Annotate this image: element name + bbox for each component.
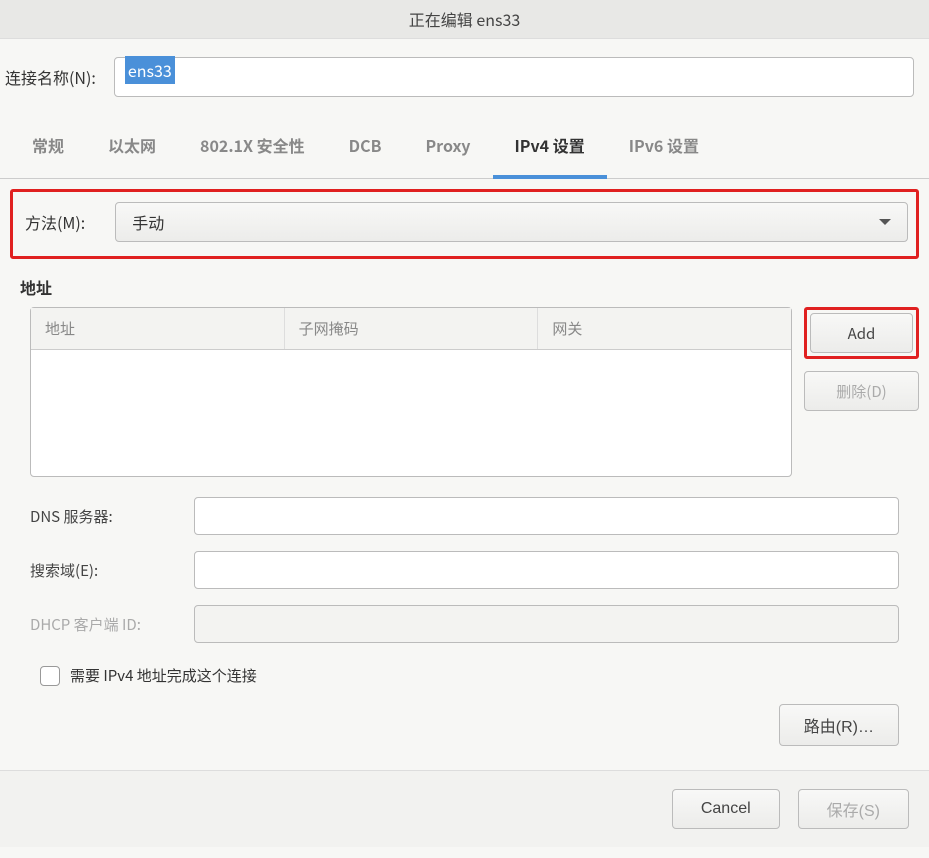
method-select[interactable]: 手动 [115, 202, 908, 242]
add-highlight-box: Add [804, 307, 919, 359]
routes-button[interactable]: 路由(R)… [779, 704, 899, 746]
connection-name-label: 连接名称(N): [5, 65, 96, 89]
dhcp-client-id-label: DHCP 客户端 ID: [30, 614, 180, 635]
dhcp-client-id-input [194, 605, 899, 643]
dns-row: DNS 服务器: [30, 497, 899, 535]
tab-dcb[interactable]: DCB [327, 115, 404, 178]
require-ipv4-row: 需要 IPv4 地址完成这个连接 [10, 659, 919, 686]
method-select-value: 手动 [132, 210, 164, 234]
delete-button[interactable]: 删除(D) [804, 371, 919, 411]
dialog-footer: Cancel 保存(S) [0, 770, 929, 847]
addresses-area: 地址 子网掩码 网关 Add 删除(D) [10, 307, 919, 477]
col-netmask: 子网掩码 [285, 308, 539, 349]
routes-row: 路由(R)… [10, 686, 919, 770]
col-address: 地址 [31, 308, 285, 349]
save-button[interactable]: 保存(S) [798, 789, 909, 829]
method-label: 方法(M): [21, 210, 85, 234]
tab-proxy[interactable]: Proxy [403, 115, 492, 178]
tab-ipv6[interactable]: IPv6 设置 [607, 115, 721, 178]
search-domain-label: 搜索域(E): [30, 560, 180, 581]
tab-ethernet[interactable]: 以太网 [86, 115, 178, 178]
search-domain-input[interactable] [194, 551, 899, 589]
cancel-button[interactable]: Cancel [672, 789, 780, 829]
connection-name-row: 连接名称(N): ens33 [0, 39, 929, 115]
dhcp-client-id-row: DHCP 客户端 ID: [30, 605, 899, 643]
addresses-table[interactable]: 地址 子网掩码 网关 [30, 307, 792, 477]
form-rows: DNS 服务器: 搜索域(E): DHCP 客户端 ID: [10, 497, 919, 643]
require-ipv4-checkbox[interactable] [40, 666, 60, 686]
dns-input[interactable] [194, 497, 899, 535]
tab-general[interactable]: 常规 [10, 115, 86, 178]
col-gateway: 网关 [538, 308, 791, 349]
network-editor-window: 正在编辑 ens33 连接名称(N): ens33 常规 以太网 802.1X … [0, 0, 929, 858]
window-title: 正在编辑 ens33 [0, 0, 929, 39]
connection-name-input[interactable]: ens33 [114, 57, 914, 97]
tabs-bar: 常规 以太网 802.1X 安全性 DCB Proxy IPv4 设置 IPv6… [0, 115, 929, 179]
search-domain-row: 搜索域(E): [30, 551, 899, 589]
tab-8021x[interactable]: 802.1X 安全性 [178, 115, 327, 178]
connection-name-value: ens33 [125, 56, 175, 84]
tab-ipv4[interactable]: IPv4 设置 [493, 115, 607, 179]
add-button[interactable]: Add [810, 313, 913, 353]
dns-label: DNS 服务器: [30, 506, 180, 527]
tab-content: 方法(M): 手动 地址 地址 子网掩码 网关 Add 删除(D) [0, 179, 929, 770]
chevron-down-icon [879, 219, 891, 225]
method-highlight-box: 方法(M): 手动 [10, 189, 919, 259]
addresses-header: 地址 子网掩码 网关 [31, 308, 791, 350]
require-ipv4-label: 需要 IPv4 地址完成这个连接 [70, 665, 257, 686]
addresses-section-label: 地址 [10, 267, 919, 307]
addresses-buttons: Add 删除(D) [804, 307, 919, 477]
